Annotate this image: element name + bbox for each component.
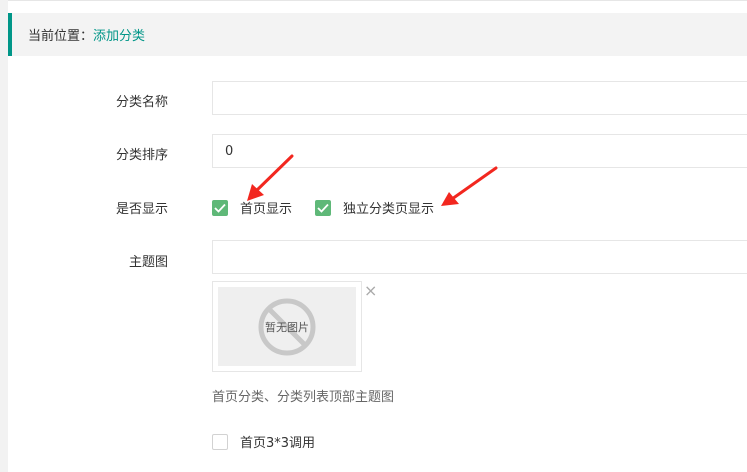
home-grid-label: 首页3*3调用 bbox=[240, 436, 316, 451]
main-panel: 当前位置： 添加分类 分类名称 分类排序 是否显示 首页显示 独立分类页显示 主… bbox=[8, 0, 747, 472]
top-divider bbox=[8, 0, 747, 1]
homepage-display-checkbox[interactable]: 首页显示 bbox=[212, 198, 292, 217]
sort-label: 分类排序 bbox=[115, 148, 168, 163]
breadcrumb-current[interactable]: 添加分类 bbox=[93, 25, 145, 44]
display-label: 是否显示 bbox=[115, 202, 168, 217]
no-image-text: 暂无图片 bbox=[265, 320, 309, 334]
checkbox-box bbox=[212, 433, 228, 450]
category-page-display-label: 独立分类页显示 bbox=[343, 202, 435, 217]
home-grid-checkbox[interactable]: 首页3*3调用 bbox=[212, 432, 315, 451]
category-page-display-checkbox[interactable]: 独立分类页显示 bbox=[315, 198, 434, 217]
name-label: 分类名称 bbox=[115, 95, 168, 110]
theme-image-input[interactable] bbox=[212, 240, 747, 274]
theme-image-preview[interactable]: 暂无图片 bbox=[212, 281, 362, 372]
image-placeholder: 暂无图片 bbox=[218, 287, 356, 366]
close-icon[interactable]: × bbox=[364, 283, 377, 299]
theme-image-label: 主题图 bbox=[128, 255, 168, 270]
theme-image-hint: 首页分类、分类列表顶部主题图 bbox=[212, 390, 395, 405]
no-image-icon: 暂无图片 bbox=[257, 297, 317, 357]
homepage-display-label: 首页显示 bbox=[240, 202, 293, 217]
breadcrumb: 当前位置： 添加分类 bbox=[8, 13, 747, 56]
sort-input[interactable] bbox=[212, 134, 747, 168]
breadcrumb-prefix: 当前位置： bbox=[28, 29, 94, 44]
check-icon bbox=[315, 199, 331, 216]
name-input[interactable] bbox=[212, 81, 747, 115]
check-icon bbox=[212, 199, 228, 216]
